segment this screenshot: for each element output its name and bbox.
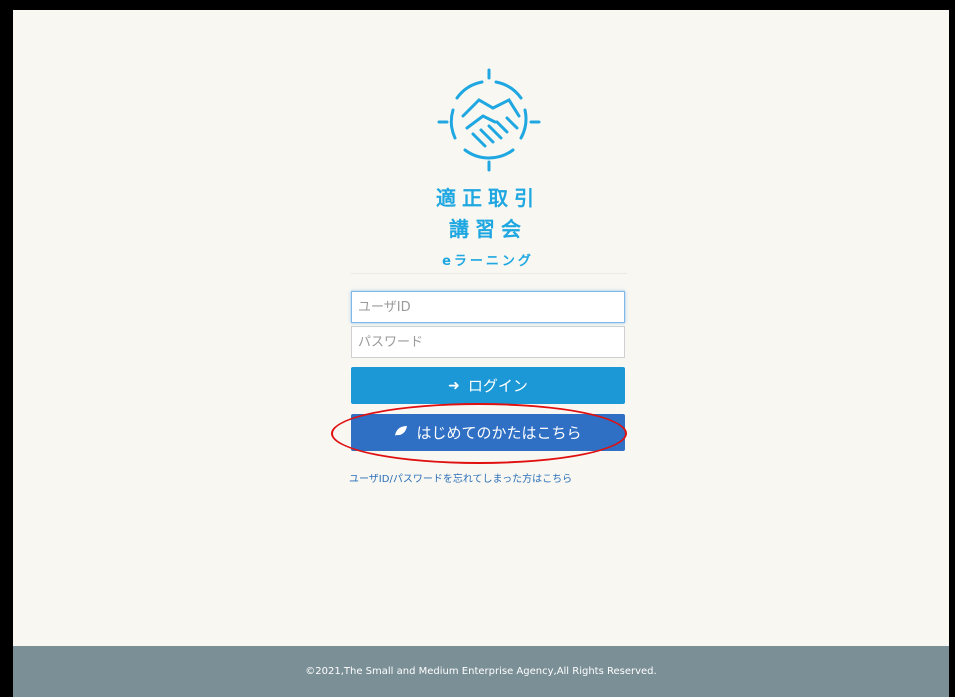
login-button-label: ログイン bbox=[467, 377, 528, 395]
logo-title-line1: 適正取引 bbox=[436, 186, 540, 210]
footer: ©2021,The Small and Medium Enterprise Ag… bbox=[13, 646, 949, 697]
userid-input[interactable] bbox=[351, 291, 625, 323]
forgot-password-link[interactable]: ユーザID/パスワードを忘れてしまった方はこちら bbox=[349, 470, 572, 485]
handshake-icon bbox=[427, 68, 551, 176]
password-input[interactable] bbox=[351, 326, 625, 358]
sign-in-icon: ➜ bbox=[448, 377, 460, 394]
divider bbox=[351, 273, 627, 274]
logo-title-line2: 講習会 bbox=[449, 217, 527, 241]
login-button[interactable]: ➜ ログイン bbox=[351, 367, 625, 404]
logo-subtitle: eラーニング bbox=[442, 254, 534, 269]
annotation-circle bbox=[331, 403, 627, 464]
copyright-text: ©2021,The Small and Medium Enterprise Ag… bbox=[305, 666, 657, 677]
login-page: 適正取引 講習会 eラーニング ➜ ログイン はじめてのかたはこちら ユーザID… bbox=[13, 10, 949, 697]
